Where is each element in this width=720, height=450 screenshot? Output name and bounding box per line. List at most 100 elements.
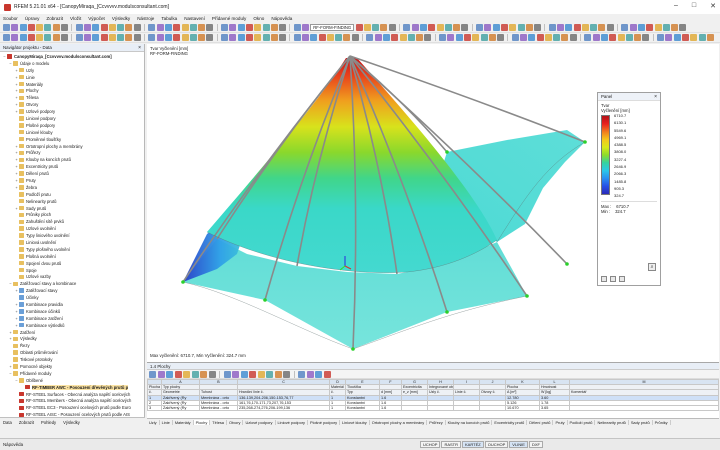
toolbar-button-icon[interactable]	[173, 34, 181, 41]
toolbar-button-icon[interactable]	[690, 34, 698, 41]
toolbar-button-icon[interactable]	[108, 34, 116, 41]
menu-tools[interactable]: Nástroje	[137, 16, 154, 21]
toolbar-button-icon[interactable]	[439, 34, 447, 41]
tree-item[interactable]: RF-STEEL EC3 - Posouzení ocelových prutů…	[0, 404, 144, 411]
toolbar-button-icon[interactable]	[44, 34, 52, 41]
toolbar-button-icon[interactable]	[279, 34, 287, 41]
toolbar-button-icon[interactable]	[262, 24, 270, 31]
toolbar-button-icon[interactable]	[382, 34, 390, 41]
table-tab[interactable]: Liniové podpory	[276, 420, 308, 425]
tree-item[interactable]: + Pomocné objekty	[0, 363, 144, 370]
toolbar-button-icon[interactable]	[488, 34, 496, 41]
toolbar-button-icon[interactable]	[198, 34, 206, 41]
snap-mode-toggle[interactable]: UCHOP	[420, 441, 441, 448]
table-cell[interactable]	[427, 404, 454, 412]
toolbar-button-icon[interactable]	[208, 370, 216, 378]
toolbar-button-icon[interactable]	[206, 34, 214, 41]
table-tab[interactable]: Podloží prutů	[568, 420, 596, 425]
table-row[interactable]: 3 Zakřivený (Ry Membrána - orto 235,268-274…	[147, 404, 719, 412]
toolbar-button-icon[interactable]	[453, 24, 461, 31]
toolbar-button-icon[interactable]	[548, 24, 556, 31]
toolbar-button-icon[interactable]	[517, 24, 525, 31]
tree-item[interactable]: Liniové klouby	[0, 129, 144, 136]
toolbar-button-icon[interactable]	[621, 24, 629, 31]
toolbar-button-icon[interactable]	[221, 24, 229, 31]
tree-item[interactable]: Průniky ploch	[0, 211, 144, 218]
toolbar-button-icon[interactable]	[436, 24, 444, 31]
toolbar-button-icon[interactable]	[166, 370, 173, 378]
toolbar-button-icon[interactable]	[662, 24, 670, 31]
tree-item[interactable]: Účinky	[0, 294, 144, 301]
toolbar-button-icon[interactable]	[698, 34, 706, 41]
toolbar-button-icon[interactable]	[36, 34, 44, 41]
toolbar-button-icon[interactable]	[671, 24, 679, 31]
toolbar-button-icon[interactable]	[125, 34, 133, 41]
toolbar-button-icon[interactable]	[92, 24, 100, 31]
toolbar-button-icon[interactable]	[83, 24, 91, 31]
toolbar-button-icon[interactable]	[274, 370, 282, 378]
toolbar-button-icon[interactable]	[44, 24, 52, 31]
toolbar-button-icon[interactable]	[461, 24, 469, 31]
tree-item[interactable]: Typy plošného uvolnění	[0, 246, 144, 253]
tree-item[interactable]: + Žebra	[0, 184, 144, 191]
panel-filter-button[interactable]	[610, 276, 616, 282]
table-cell[interactable]: 235,268-274,276,206-199,136	[237, 404, 330, 412]
tree-item[interactable]: + Výsledky	[0, 336, 144, 343]
menu-help[interactable]: Nápověda	[271, 16, 292, 21]
close-icon[interactable]: ×	[654, 94, 657, 100]
toolbar-button-icon[interactable]	[492, 24, 500, 31]
snap-mode-toggle[interactable]: KARTÉZ	[462, 441, 484, 448]
toolbar-button-icon[interactable]	[11, 24, 19, 31]
panel-options-button[interactable]	[619, 276, 625, 282]
toolbar-button-icon[interactable]	[181, 24, 189, 31]
tree-item[interactable]: RF-STEEL Members - Obecná analýza napětí…	[0, 398, 144, 405]
tree-item[interactable]: + Kombinace pravidla	[0, 301, 144, 308]
toolbar-button-icon[interactable]	[525, 24, 533, 31]
tree-item[interactable]: + Dělení prutů	[0, 170, 144, 177]
tree-item[interactable]: + Kombinace účinků	[0, 308, 144, 315]
toolbar-button-icon[interactable]	[625, 34, 633, 41]
toolbar-button-icon[interactable]	[561, 34, 569, 41]
tree-item[interactable]: − Oblíbené	[0, 377, 144, 384]
toolbar-button-icon[interactable]	[411, 24, 419, 31]
toolbar-button-icon[interactable]	[609, 34, 617, 41]
table-tab[interactable]: Liniové klouby	[340, 420, 370, 425]
toolbar-button-icon[interactable]	[326, 34, 334, 41]
menu-options[interactable]: Nastavení	[184, 16, 205, 21]
toolbar-button-icon[interactable]	[61, 24, 69, 31]
toolbar-button-icon[interactable]	[335, 34, 343, 41]
table-tab[interactable]: Klouby na koncích prutů	[446, 420, 493, 425]
tree-item[interactable]: + Zatěžovací stavy	[0, 287, 144, 294]
toolbar-button-icon[interactable]	[536, 34, 544, 41]
table-tab[interactable]: Uzly	[147, 420, 160, 425]
toolbar-button-icon[interactable]	[681, 34, 689, 41]
toolbar-button-icon[interactable]	[164, 24, 172, 31]
table-cell[interactable]: 1	[329, 404, 346, 412]
toolbar-button-icon[interactable]	[257, 370, 265, 378]
nav-tab-data[interactable]: Data	[3, 420, 12, 425]
menu-results[interactable]: Výsledky	[112, 16, 130, 21]
toolbar-button-icon[interactable]	[323, 370, 331, 378]
toolbar-button-icon[interactable]	[133, 24, 141, 31]
toolbar-button-icon[interactable]	[509, 24, 517, 31]
toolbar-button-icon[interactable]	[416, 34, 424, 41]
tree-item[interactable]: + Ortotropní plochy a membrány	[0, 143, 144, 150]
table-cell[interactable]: 3	[147, 404, 162, 412]
toolbar-button-icon[interactable]	[240, 370, 248, 378]
toolbar-button-icon[interactable]	[254, 24, 262, 31]
toolbar-button-icon[interactable]	[266, 370, 273, 378]
table-tab[interactable]: Plošné podpory	[308, 420, 341, 425]
toolbar-button-icon[interactable]	[363, 24, 371, 31]
toolbar-button-icon[interactable]	[108, 24, 116, 31]
tree-item[interactable]: RF-TIMBER AWC - Posouzení dřevěných prut…	[0, 384, 144, 391]
toolbar-button-icon[interactable]	[301, 34, 309, 41]
toolbar-button-icon[interactable]	[279, 24, 287, 31]
table-cell[interactable]	[569, 404, 719, 412]
support-node[interactable]	[583, 140, 587, 144]
support-node[interactable]	[181, 280, 185, 284]
toolbar-button-icon[interactable]	[476, 24, 484, 31]
tree-item[interactable]: + Uzly	[0, 67, 144, 74]
color-scale-bar[interactable]	[601, 115, 610, 195]
toolbar-button-icon[interactable]	[665, 34, 673, 41]
toolbar-button-icon[interactable]	[245, 24, 253, 31]
